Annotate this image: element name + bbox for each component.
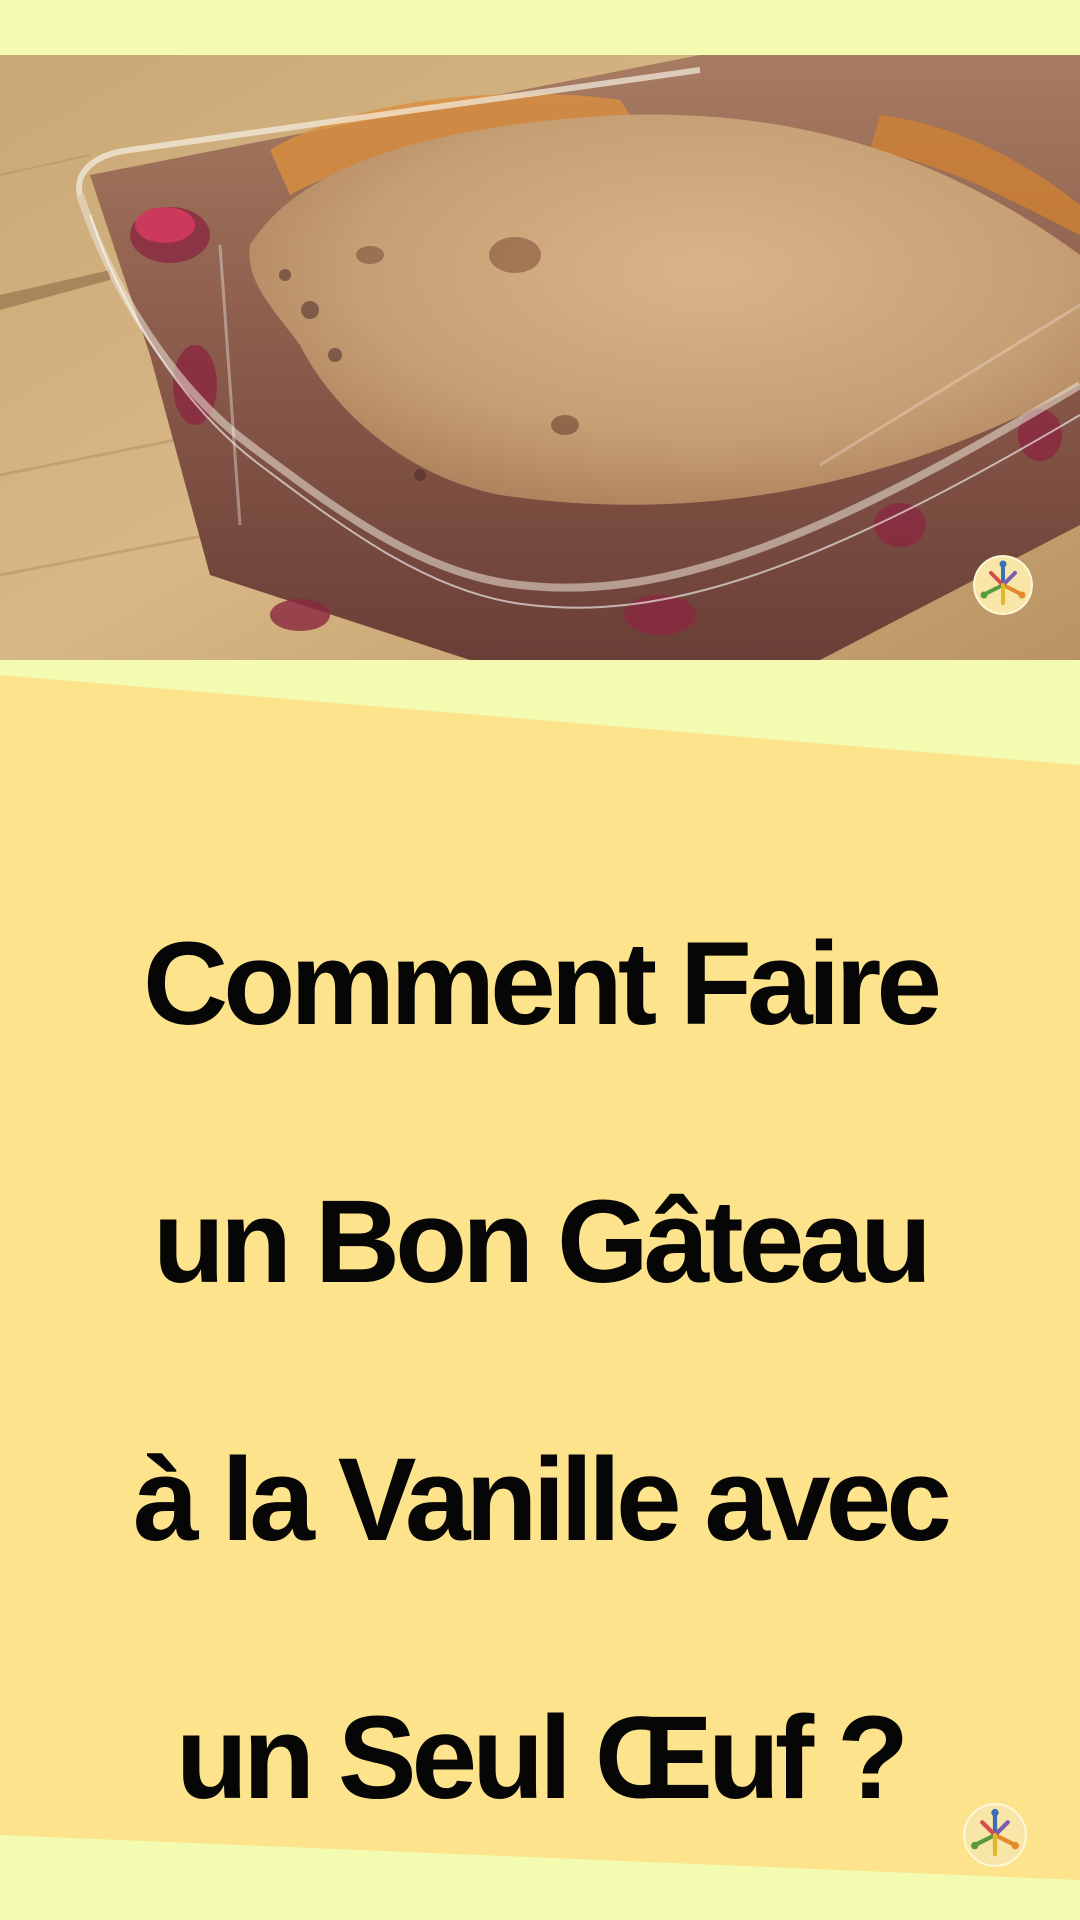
title-line: un Bon Gâteau: [152, 1176, 932, 1308]
logo-badge-bottom: [963, 1803, 1027, 1867]
title-line: Comment Faire: [143, 918, 942, 1050]
pin-card: Comment Faire un Bon Gâteau à la Vanille…: [0, 0, 1080, 1920]
title-line: à la Vanille avec: [133, 1434, 952, 1566]
title-line: un Seul Œuf ?: [175, 1692, 909, 1824]
pin-title: Comment Faire un Bon Gâteau à la Vanille…: [40, 855, 1040, 1887]
people-circle-logo-icon: [963, 1803, 1027, 1867]
